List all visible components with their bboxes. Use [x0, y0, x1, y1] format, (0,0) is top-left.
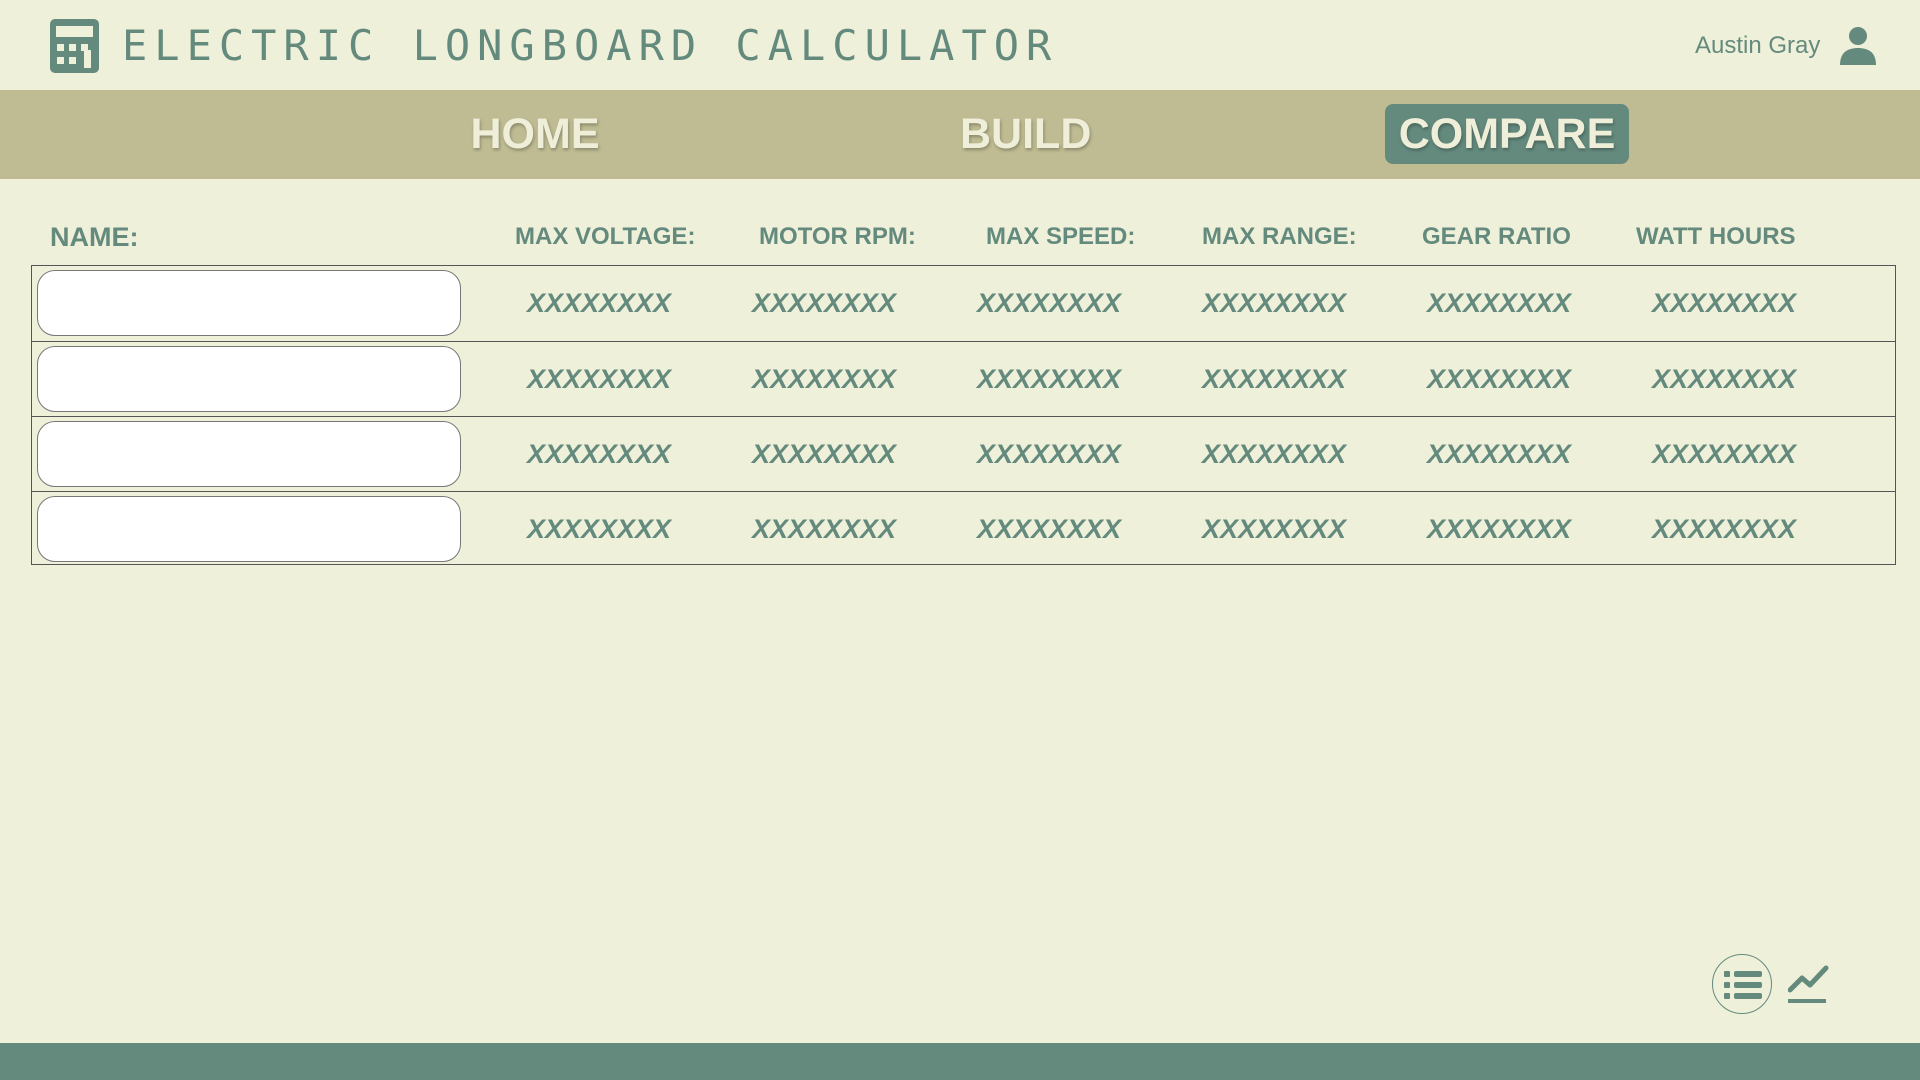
name-input[interactable]: [37, 496, 461, 562]
max-speed-value: XXXXXXXX: [976, 288, 1122, 318]
motor-rpm-value: XXXXXXXX: [751, 439, 897, 469]
max-range-column-header: MAX RANGE:: [1202, 223, 1357, 250]
gear-ratio-value: XXXXXXXX: [1426, 514, 1572, 544]
tab-compare[interactable]: COMPARE: [1385, 104, 1629, 164]
name-input[interactable]: [37, 421, 461, 487]
main-nav: HOME BUILD COMPARE: [0, 90, 1920, 179]
max-voltage-value: XXXXXXXX: [526, 364, 672, 394]
table-row: XXXXXXXX XXXXXXXX XXXXXXXX XXXXXXXX XXXX…: [32, 416, 1895, 491]
table-row: XXXXXXXX XXXXXXXX XXXXXXXX XXXXXXXX XXXX…: [32, 491, 1895, 566]
max-voltage-value: XXXXXXXX: [526, 439, 672, 469]
calculator-icon: [50, 19, 99, 73]
max-speed-value: XXXXXXXX: [976, 364, 1122, 394]
max-speed-value: XXXXXXXX: [976, 514, 1122, 544]
name-input[interactable]: [37, 346, 461, 412]
max-speed-value: XXXXXXXX: [976, 439, 1122, 469]
watt-hours-value: XXXXXXXX: [1651, 439, 1797, 469]
max-speed-column-header: MAX SPEED:: [986, 223, 1136, 250]
motor-rpm-column-header: MOTOR RPM:: [759, 223, 916, 250]
tab-home[interactable]: HOME: [470, 104, 600, 164]
max-range-value: XXXXXXXX: [1201, 288, 1347, 318]
watt-hours-value: XXXXXXXX: [1651, 288, 1797, 318]
watt-hours-value: XXXXXXXX: [1651, 364, 1797, 394]
gear-ratio-value: XXXXXXXX: [1426, 288, 1572, 318]
motor-rpm-value: XXXXXXXX: [751, 364, 897, 394]
motor-rpm-value: XXXXXXXX: [751, 514, 897, 544]
watt-hours-value: XXXXXXXX: [1651, 514, 1797, 544]
list-view-button[interactable]: [1712, 954, 1772, 1014]
user-icon[interactable]: [1838, 25, 1878, 65]
max-range-value: XXXXXXXX: [1201, 439, 1347, 469]
app: ELECTRIC LONGBOARD CALCULATOR Austin Gra…: [0, 0, 1920, 1080]
max-voltage-value: XXXXXXXX: [526, 514, 672, 544]
list-icon: [1724, 971, 1762, 999]
app-title: ELECTRIC LONGBOARD CALCULATOR: [122, 21, 1059, 70]
gear-ratio-column-header: GEAR RATIO: [1422, 223, 1571, 250]
footer: [0, 1043, 1920, 1080]
comparison-table: XXXXXXXX XXXXXXXX XXXXXXXX XXXXXXXX XXXX…: [31, 265, 1896, 565]
max-voltage-value: XXXXXXXX: [526, 288, 672, 318]
gear-ratio-value: XXXXXXXX: [1426, 364, 1572, 394]
name-column-header: NAME:: [50, 222, 139, 252]
user-name[interactable]: Austin Gray: [1695, 31, 1820, 61]
max-range-value: XXXXXXXX: [1201, 364, 1347, 394]
tab-build[interactable]: BUILD: [960, 104, 1091, 164]
max-range-value: XXXXXXXX: [1201, 514, 1347, 544]
name-input[interactable]: [37, 270, 461, 336]
table-row: XXXXXXXX XXXXXXXX XXXXXXXX XXXXXXXX XXXX…: [32, 341, 1895, 416]
watt-hours-column-header: WATT HOURS: [1636, 223, 1796, 250]
line-chart-icon[interactable]: [1788, 962, 1830, 1004]
header: ELECTRIC LONGBOARD CALCULATOR Austin Gra…: [0, 0, 1920, 90]
gear-ratio-value: XXXXXXXX: [1426, 439, 1572, 469]
max-voltage-column-header: MAX VOLTAGE:: [515, 223, 696, 250]
motor-rpm-value: XXXXXXXX: [751, 288, 897, 318]
table-row: XXXXXXXX XXXXXXXX XXXXXXXX XXXXXXXX XXXX…: [32, 266, 1895, 341]
